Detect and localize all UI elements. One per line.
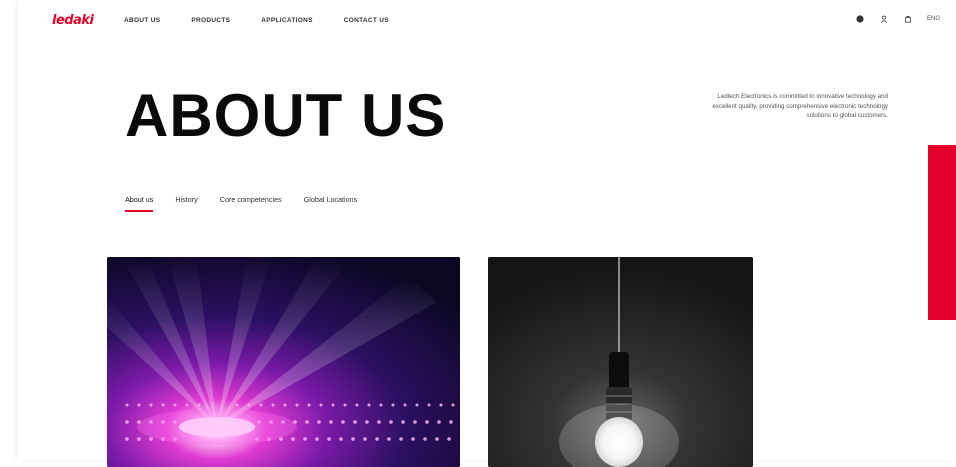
nav-item-products[interactable]: PRODUCTS xyxy=(191,17,230,24)
nav-item-about-us[interactable]: ABOUT US xyxy=(124,17,160,24)
nav-item-contact-us[interactable]: CONTACT US xyxy=(344,17,389,24)
page-title: ABOUT US xyxy=(125,82,447,149)
tab-history[interactable]: History xyxy=(175,195,197,212)
light-burst-image xyxy=(107,257,460,467)
main-nav: ABOUT US PRODUCTS APPLICATIONS CONTACT U… xyxy=(124,17,420,24)
light-bulb-image xyxy=(488,257,753,467)
side-feedback-tab[interactable] xyxy=(928,145,956,320)
header-actions: ENG xyxy=(855,14,940,24)
user-icon[interactable] xyxy=(879,14,889,24)
brand-logo[interactable]: ledaki xyxy=(52,13,94,28)
section-tabs: About us History Core competencies Globa… xyxy=(125,195,379,212)
intro-text: Ledtech Electronics is committed to inno… xyxy=(712,93,888,120)
nav-item-applications[interactable]: APPLICATIONS xyxy=(261,17,313,24)
cart-icon[interactable] xyxy=(903,14,913,24)
language-selector[interactable]: ENG xyxy=(927,16,940,22)
tab-global-locations[interactable]: Global Locations xyxy=(304,195,358,212)
tab-about-us[interactable]: About us xyxy=(125,195,154,212)
tab-core-competencies[interactable]: Core competencies xyxy=(220,195,282,212)
globe-icon[interactable] xyxy=(855,14,865,24)
